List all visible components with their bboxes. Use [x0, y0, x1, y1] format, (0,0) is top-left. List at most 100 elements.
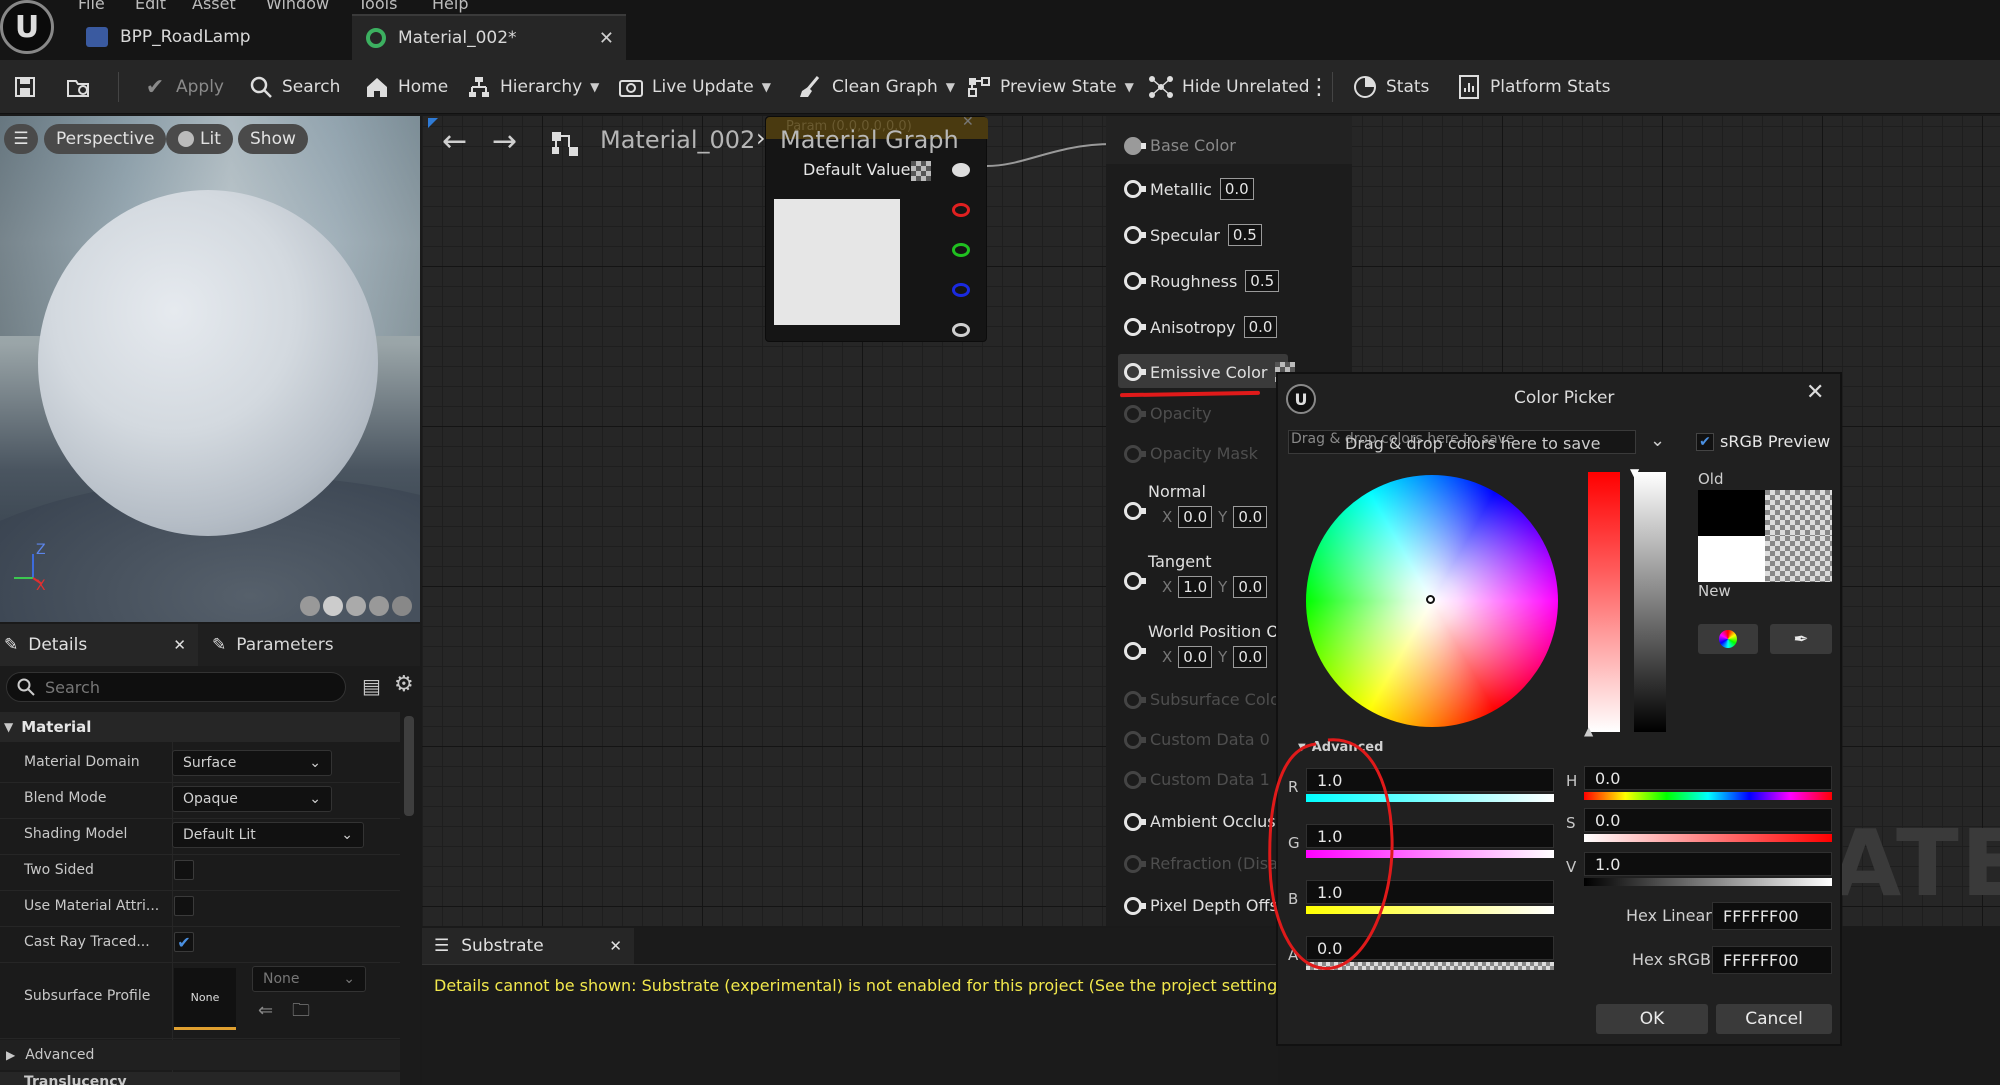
- wpo-x-value[interactable]: 0.0: [1178, 646, 1213, 668]
- chevron-down-icon[interactable]: ⌄: [1650, 430, 1665, 451]
- hex-linear-input[interactable]: FFFFFF00: [1712, 902, 1832, 930]
- input-anisotropy[interactable]: Anisotropy 0.0: [1124, 316, 1278, 338]
- preview-state-button[interactable]: Preview State ▼: [966, 60, 1134, 114]
- saturation-slider-handle[interactable]: ▲: [1584, 724, 1593, 738]
- translucency-section-header[interactable]: Translucency: [0, 1072, 400, 1085]
- breadcrumb-asset[interactable]: Material_002: [600, 126, 755, 154]
- cube-icon[interactable]: [369, 596, 389, 616]
- node-close-icon[interactable]: ✕: [962, 114, 974, 130]
- settings-gear-icon[interactable]: ⚙: [394, 672, 414, 697]
- color-wheel-mode-button[interactable]: [1698, 624, 1758, 654]
- close-tab-icon[interactable]: ✕: [599, 28, 614, 49]
- menu-edit[interactable]: Edit: [135, 0, 166, 13]
- forward-arrow-icon[interactable]: →: [492, 124, 517, 159]
- perspective-button[interactable]: Perspective: [44, 124, 167, 154]
- normal-x-value[interactable]: 0.0: [1178, 506, 1213, 528]
- input-emissive-color[interactable]: Emissive Color: [1124, 362, 1296, 382]
- tab-details[interactable]: ✎ Details ✕: [0, 624, 198, 666]
- metallic-value[interactable]: 0.0: [1219, 178, 1254, 200]
- shading-model-combo[interactable]: Default Lit ⌄: [172, 822, 364, 848]
- viewport-menu-icon[interactable]: ☰: [4, 124, 38, 154]
- browse-asset-icon[interactable]: 🗀: [292, 998, 310, 1028]
- menu-tools[interactable]: Tools: [358, 0, 397, 13]
- input-custom-data-1[interactable]: Custom Data 1: [1124, 770, 1270, 789]
- apply-button[interactable]: ✔ Apply: [142, 60, 224, 114]
- ok-button[interactable]: OK: [1596, 1004, 1708, 1034]
- input-tangent[interactable]: [1124, 572, 1146, 590]
- h-input[interactable]: 0.0: [1584, 766, 1832, 790]
- use-selected-icon[interactable]: ⇐: [258, 1000, 273, 1021]
- subsurface-profile-combo[interactable]: None ⌄: [252, 966, 366, 992]
- advanced-section-header[interactable]: ▶ Advanced: [0, 1040, 400, 1070]
- two-sided-checkbox[interactable]: [174, 860, 194, 880]
- input-metallic[interactable]: Metallic 0.0: [1124, 178, 1254, 200]
- table-view-icon[interactable]: ▤: [362, 674, 381, 698]
- save-button[interactable]: [12, 60, 38, 114]
- srgb-preview-toggle[interactable]: ✔ sRGB Preview: [1696, 432, 1830, 451]
- menu-window[interactable]: Window: [266, 0, 329, 13]
- home-button[interactable]: Home: [364, 60, 448, 114]
- color-wheel-selector[interactable]: [1426, 595, 1435, 604]
- search-button[interactable]: Search: [248, 60, 340, 114]
- details-search-input[interactable]: Search: [6, 672, 346, 702]
- menu-asset[interactable]: Asset: [192, 0, 236, 13]
- show-button[interactable]: Show: [238, 124, 308, 154]
- preview-viewport[interactable]: ☰ Perspective Lit Show Z X: [0, 116, 420, 622]
- input-specular[interactable]: Specular 0.5: [1124, 224, 1262, 246]
- input-base-color[interactable]: Base Color: [1124, 136, 1236, 155]
- unreal-logo[interactable]: U: [0, 0, 54, 54]
- color-theme-drop-zone[interactable]: Drag & drop colors here to save Drag & d…: [1288, 430, 1636, 454]
- clean-graph-button[interactable]: Clean Graph ▼: [798, 60, 955, 114]
- menu-file[interactable]: File: [78, 0, 105, 13]
- input-roughness[interactable]: Roughness 0.5: [1124, 270, 1280, 292]
- tangent-x-value[interactable]: 1.0: [1178, 576, 1213, 598]
- plane-icon[interactable]: [346, 596, 366, 616]
- more-options-icon[interactable]: ⋮: [1308, 60, 1330, 114]
- blend-mode-combo[interactable]: Opaque ⌄: [172, 786, 332, 812]
- tab-bpp-roadlamp[interactable]: BPP_RoadLamp: [80, 14, 350, 60]
- s-gradient[interactable]: [1584, 834, 1832, 842]
- value-slider[interactable]: [1634, 472, 1666, 732]
- eyedropper-button[interactable]: ✒: [1770, 624, 1832, 654]
- input-world-position-offset[interactable]: [1124, 642, 1146, 660]
- tab-material-002[interactable]: Material_002* ✕: [352, 14, 626, 60]
- input-custom-data-0[interactable]: Custom Data 0: [1124, 730, 1270, 749]
- platform-stats-button[interactable]: Platform Stats: [1456, 60, 1611, 114]
- output-pin-a[interactable]: [952, 323, 970, 337]
- cylinder-icon[interactable]: [300, 596, 320, 616]
- menu-help[interactable]: Help: [432, 0, 468, 13]
- subsurface-profile-thumbnail[interactable]: None: [174, 968, 236, 1030]
- input-normal[interactable]: [1124, 502, 1146, 520]
- output-pin-r[interactable]: [952, 203, 970, 217]
- output-pin-b[interactable]: [952, 283, 970, 297]
- v-gradient[interactable]: [1584, 878, 1832, 886]
- wpo-y-value[interactable]: 0.0: [1233, 646, 1268, 668]
- output-pin-rgba[interactable]: [952, 163, 970, 177]
- cast-ray-traced-checkbox[interactable]: ✔: [174, 932, 194, 952]
- stats-button[interactable]: Stats: [1352, 60, 1429, 114]
- h-gradient[interactable]: [1584, 792, 1832, 800]
- details-scrollbar[interactable]: [404, 716, 414, 816]
- input-refraction[interactable]: Refraction (Disa: [1124, 854, 1278, 873]
- input-opacity[interactable]: Opacity: [1124, 404, 1212, 423]
- hide-unrelated-button[interactable]: Hide Unrelated: [1148, 60, 1310, 114]
- hierarchy-button[interactable]: Hierarchy ▼: [466, 60, 599, 114]
- lit-button[interactable]: Lit: [166, 124, 233, 154]
- material-section-header[interactable]: ▼ Material: [0, 712, 400, 742]
- tab-parameters[interactable]: ✎ Parameters: [212, 624, 334, 666]
- tangent-y-value[interactable]: 0.0: [1233, 576, 1268, 598]
- close-substrate-icon[interactable]: ✕: [609, 937, 622, 955]
- breadcrumb-graph[interactable]: Material Graph: [780, 126, 959, 154]
- browse-button[interactable]: [66, 60, 92, 114]
- default-value-swatch[interactable]: [911, 161, 931, 181]
- anisotropy-value[interactable]: 0.0: [1243, 316, 1278, 338]
- cancel-button[interactable]: Cancel: [1716, 1004, 1832, 1034]
- roughness-value[interactable]: 0.5: [1245, 270, 1280, 292]
- input-subsurface-color[interactable]: Subsurface Color: [1124, 690, 1286, 709]
- material-domain-combo[interactable]: Surface ⌄: [172, 750, 332, 776]
- use-material-attributes-checkbox[interactable]: [174, 896, 194, 916]
- value-slider-handle[interactable]: ▼: [1630, 466, 1639, 480]
- normal-y-value[interactable]: 0.0: [1233, 506, 1268, 528]
- teapot-icon[interactable]: [392, 596, 412, 616]
- close-dialog-icon[interactable]: ✕: [1806, 380, 1824, 405]
